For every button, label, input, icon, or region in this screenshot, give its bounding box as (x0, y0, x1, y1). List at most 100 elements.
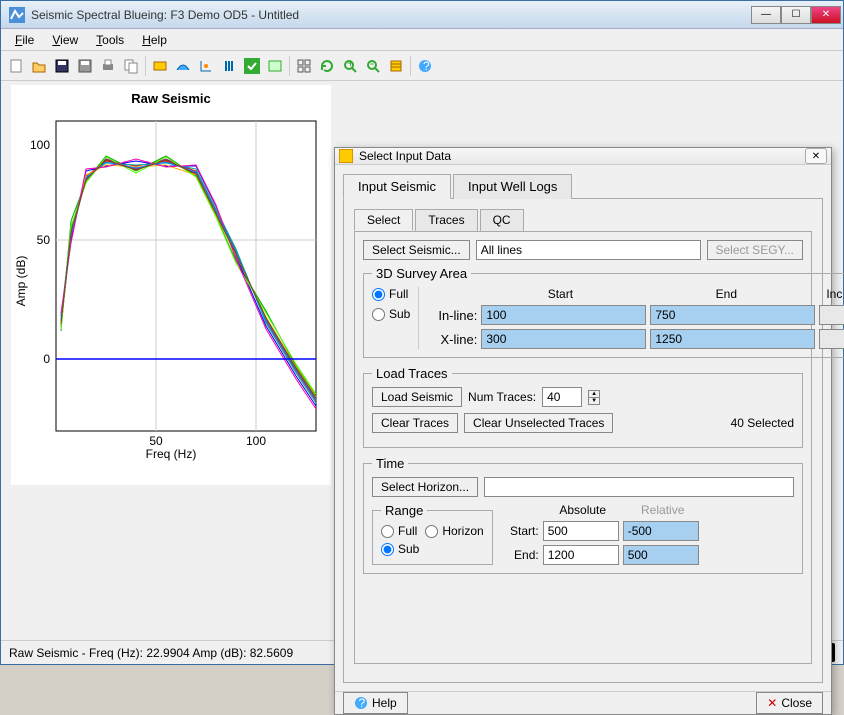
load-legend: Load Traces (372, 366, 452, 381)
end-label: End: (505, 548, 539, 562)
open-icon[interactable] (28, 55, 50, 77)
rel-header: Relative (623, 503, 703, 517)
time-legend: Time (372, 456, 408, 471)
chart-title: Raw Seismic (11, 85, 331, 106)
new-icon[interactable] (5, 55, 27, 77)
survey-sub-radio[interactable]: Sub (372, 307, 410, 321)
survey-legend: 3D Survey Area (372, 266, 471, 281)
catalog-icon[interactable] (385, 55, 407, 77)
minimize-button[interactable]: — (751, 6, 781, 24)
close-button[interactable]: ✕ Close (756, 692, 823, 714)
operator-icon[interactable] (218, 55, 240, 77)
window-close-button[interactable]: ✕ (811, 6, 841, 24)
help-button[interactable]: ? Help (343, 692, 408, 714)
app-icon (9, 7, 25, 23)
chart[interactable]: 0 50 100 50 100 (11, 106, 331, 466)
abs-header: Absolute (543, 503, 623, 517)
status-text: Raw Seismic - Freq (Hz): 22.9904 Amp (dB… (9, 646, 293, 660)
output-icon[interactable] (264, 55, 286, 77)
spinner-up[interactable]: ▲ (589, 391, 599, 398)
start-rel[interactable] (623, 521, 699, 541)
hdr-start: Start (477, 287, 643, 301)
zoom-in-icon[interactable]: + (339, 55, 361, 77)
inner-tab-qc[interactable]: QC (480, 209, 524, 231)
help-icon: ? (354, 696, 368, 710)
range-sub-radio[interactable]: Sub (381, 542, 484, 556)
svg-text:50: 50 (37, 233, 51, 247)
svg-text:+: + (347, 58, 354, 70)
horizon-field[interactable] (484, 477, 794, 497)
selected-count: 40 Selected (731, 416, 794, 430)
input-icon[interactable] (149, 55, 171, 77)
inline-inc[interactable] (819, 305, 844, 325)
svg-text:?: ? (359, 696, 366, 710)
start-abs[interactable] (543, 521, 619, 541)
num-traces-label: Num Traces: (468, 390, 536, 404)
xline-label: X-line: (429, 332, 477, 347)
help-icon[interactable]: ? (414, 55, 436, 77)
tile-icon[interactable] (293, 55, 315, 77)
toolbar: + - ? (1, 51, 843, 81)
inline-end[interactable] (650, 305, 815, 325)
xline-end[interactable] (650, 329, 815, 349)
inner-tab-select[interactable]: Select (354, 209, 413, 231)
apply-icon[interactable] (241, 55, 263, 77)
inline-start[interactable] (481, 305, 646, 325)
tab-input-well-logs[interactable]: Input Well Logs (453, 174, 572, 199)
end-rel[interactable] (623, 545, 699, 565)
clear-unselected-button[interactable]: Clear Unselected Traces (464, 413, 613, 433)
menu-view[interactable]: View (44, 31, 86, 49)
inner-tab-traces[interactable]: Traces (415, 209, 477, 231)
window-title: Seismic Spectral Blueing: F3 Demo OD5 - … (31, 8, 751, 22)
inline-label: In-line: (429, 308, 477, 323)
svg-text:50: 50 (149, 434, 163, 448)
dialog-close-button[interactable]: ✕ (805, 148, 827, 164)
menu-file[interactable]: File (7, 31, 42, 49)
print-icon[interactable] (97, 55, 119, 77)
workspace: Raw Seismic 0 50 100 50 100 (1, 81, 843, 640)
select-input-dialog: Select Input Data ✕ Input Seismic Input … (334, 147, 832, 715)
seismic-name-field[interactable] (476, 240, 701, 260)
xline-start[interactable] (481, 329, 646, 349)
start-label: Start: (505, 524, 539, 538)
hdr-end: End (643, 287, 809, 301)
menu-help[interactable]: Help (134, 31, 175, 49)
hdr-inc: Inc (809, 287, 844, 301)
select-segy-button[interactable]: Select SEGY... (707, 240, 804, 260)
design-icon[interactable] (195, 55, 217, 77)
survey-full-radio[interactable]: Full (372, 287, 410, 301)
svg-text:?: ? (423, 59, 430, 73)
tab-input-seismic[interactable]: Input Seismic (343, 174, 451, 199)
chart-panel: Raw Seismic 0 50 100 50 100 (11, 85, 331, 485)
xline-inc[interactable] (819, 329, 844, 349)
close-icon: ✕ (767, 696, 777, 710)
svg-text:0: 0 (43, 352, 50, 366)
save-icon[interactable] (51, 55, 73, 77)
spinner-down[interactable]: ▼ (589, 398, 599, 404)
maximize-button[interactable]: ☐ (781, 6, 811, 24)
load-seismic-button[interactable]: Load Seismic (372, 387, 462, 407)
dialog-icon (339, 149, 353, 163)
zoom-out-icon[interactable]: - (362, 55, 384, 77)
range-horizon-radio[interactable]: Horizon (425, 524, 483, 538)
svg-text:100: 100 (246, 434, 266, 448)
svg-text:100: 100 (30, 138, 50, 152)
range-full-radio[interactable]: Full (381, 524, 417, 538)
refresh-icon[interactable] (316, 55, 338, 77)
end-abs[interactable] (543, 545, 619, 565)
dialog-title: Select Input Data (359, 149, 805, 163)
x-axis-label: Freq (Hz) (146, 447, 197, 461)
main-window: Seismic Spectral Blueing: F3 Demo OD5 - … (0, 0, 844, 665)
num-traces-field[interactable] (542, 387, 582, 407)
y-axis-label: Amp (dB) (14, 256, 28, 307)
survey-area-group: 3D Survey Area Full Sub Start (363, 266, 844, 358)
copy-icon[interactable] (120, 55, 142, 77)
load-traces-group: Load Traces Load Seismic Num Traces: ▲ ▼ (363, 366, 803, 448)
spectrum-icon[interactable] (172, 55, 194, 77)
select-seismic-button[interactable]: Select Seismic... (363, 240, 470, 260)
svg-text:-: - (370, 58, 374, 70)
select-horizon-button[interactable]: Select Horizon... (372, 477, 478, 497)
saveas-icon[interactable] (74, 55, 96, 77)
clear-traces-button[interactable]: Clear Traces (372, 413, 458, 433)
menu-tools[interactable]: Tools (88, 31, 132, 49)
